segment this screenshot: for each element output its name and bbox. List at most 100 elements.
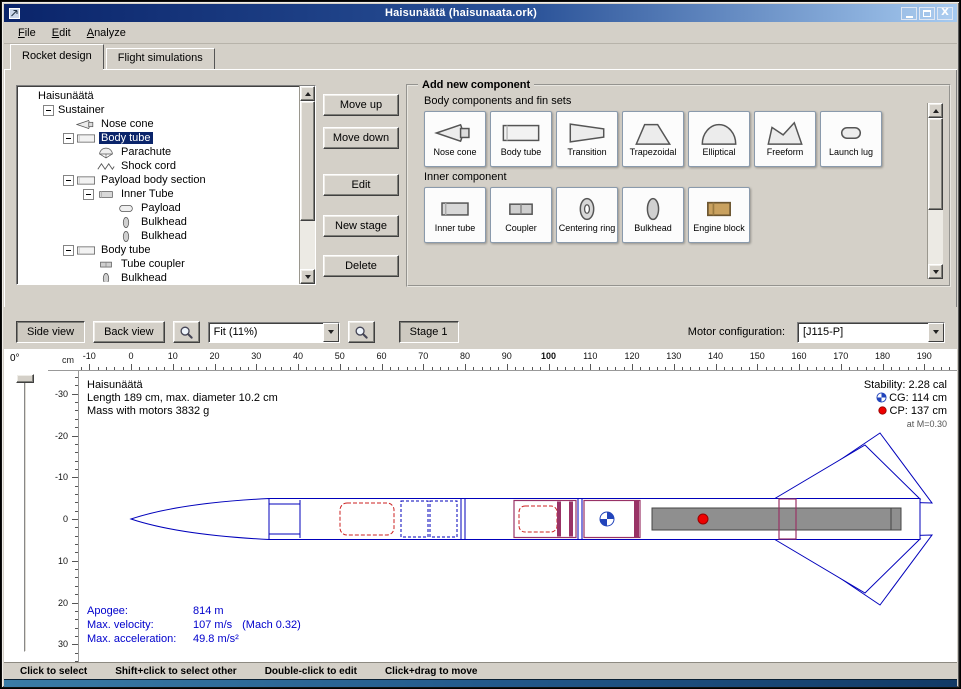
scroll-down-button[interactable] (928, 264, 943, 279)
tree-item-inner-tube[interactable]: Inner Tube (19, 187, 298, 201)
add-launch-lug-button[interactable]: Launch lug (820, 111, 882, 167)
add-inner-tube-button[interactable]: Inner tube (424, 187, 486, 243)
h-ruler-label: 180 (875, 351, 890, 361)
menu-edit[interactable]: Edit (44, 24, 79, 42)
h-ruler-label: 60 (376, 351, 386, 361)
tree-item-haisun-t[interactable]: Haisunäätä (19, 89, 298, 103)
add-trapezoidal-button[interactable]: Trapezoidal (622, 111, 684, 167)
slider-thumb[interactable] (16, 374, 34, 383)
tree-scrollbar[interactable] (299, 86, 315, 284)
ruler-tick (807, 367, 808, 370)
menu-analyze[interactable]: Analyze (79, 24, 134, 42)
rotation-slider[interactable] (4, 371, 48, 662)
scroll-up-button[interactable] (928, 103, 943, 118)
new-stage-button[interactable]: New stage (323, 215, 399, 237)
h-ruler-label: 40 (293, 351, 303, 361)
tree-item-parachute[interactable]: Parachute (19, 145, 298, 159)
tree-item-bulkhead[interactable]: Bulkhead (19, 215, 298, 229)
side-view-button[interactable]: Side view (16, 321, 85, 343)
add-bulkhead-button[interactable]: Bulkhead (622, 187, 684, 243)
ruler-tick (757, 364, 758, 370)
tab-flight-simulations[interactable]: Flight simulations (106, 48, 215, 69)
ruler-tick (682, 367, 683, 370)
move-up-button[interactable]: Move up (323, 94, 399, 116)
rocket-canvas[interactable]: Haisunäätä Length 189 cm, max. diameter … (79, 371, 957, 662)
tree-item-tube-coupler[interactable]: Tube coupler (19, 257, 298, 271)
panel-scrollbar[interactable] (927, 103, 943, 279)
stage-1-toggle[interactable]: Stage 1 (399, 321, 459, 343)
tree-item-payload-body-section[interactable]: Payload body section (19, 173, 298, 187)
fin[interactable] (774, 539, 920, 593)
tree-item-bulkhead[interactable]: Bulkhead (19, 271, 298, 282)
move-down-button[interactable]: Move down (323, 127, 399, 149)
add-centering-ring-button[interactable]: Centering ring (556, 187, 618, 243)
velocity-note: (Mach 0.32) (242, 618, 301, 632)
ruler-tick (498, 367, 499, 370)
ruler-tick (949, 367, 950, 370)
tree-item-payload[interactable]: Payload (19, 201, 298, 215)
scroll-up-button[interactable] (300, 86, 315, 101)
nose-cone-outline[interactable] (131, 499, 269, 540)
motor-config-select[interactable]: [J115-P] (797, 322, 945, 343)
minimize-button[interactable] (901, 7, 917, 20)
tree-item-body-tube[interactable]: Body tube (19, 131, 298, 145)
dropdown-arrow-icon[interactable] (928, 323, 944, 342)
titlebar[interactable]: Haisunäätä (haisunaata.ork) X (4, 4, 957, 22)
delete-button[interactable]: Delete (323, 255, 399, 277)
tree-item-label: Bulkhead (119, 272, 169, 282)
add-transition-button[interactable]: Transition (556, 111, 618, 167)
tree-item-label: Nose cone (99, 118, 156, 130)
close-button[interactable]: X (937, 7, 953, 20)
bulkhead-icon (631, 196, 675, 222)
tree-item-bulkhead[interactable]: Bulkhead (19, 229, 298, 243)
bulkhead-mark[interactable] (569, 502, 573, 537)
ruler-tick (75, 502, 78, 503)
acceleration-value: 49.8 m/s² (193, 632, 239, 646)
scroll-down-button[interactable] (300, 269, 315, 284)
motor[interactable] (652, 508, 901, 530)
tree-item-shock-cord[interactable]: Shock cord (19, 159, 298, 173)
add-coupler-button[interactable]: Coupler (490, 187, 552, 243)
zoom-level-select[interactable]: Fit (11%) (208, 322, 340, 343)
zoom-in-button[interactable] (348, 321, 375, 343)
tab-rocket-design[interactable]: Rocket design (10, 44, 104, 69)
maximize-button[interactable] (919, 7, 935, 20)
tree-toggle-icon[interactable] (43, 105, 54, 116)
ruler-tick (649, 367, 650, 370)
edit-button[interactable]: Edit (323, 174, 399, 196)
tree-toggle-icon[interactable] (83, 189, 94, 200)
tree-item-sustainer[interactable]: Sustainer (19, 103, 298, 117)
fin[interactable] (774, 445, 920, 499)
tree-toggle-icon[interactable] (63, 245, 74, 256)
ruler-tick (482, 367, 483, 370)
tree-toggle-icon[interactable] (63, 175, 74, 186)
tree-item-nose-cone[interactable]: Nose cone (19, 117, 298, 131)
menu-file[interactable]: File (10, 24, 44, 42)
tree-item-body-tube[interactable]: Body tube (19, 243, 298, 257)
add-freeform-button[interactable]: Freeform (754, 111, 816, 167)
zoom-out-button[interactable] (173, 321, 200, 343)
ruler-tick (75, 419, 78, 420)
add-body-tube-button[interactable]: Body tube (490, 111, 552, 167)
scroll-thumb[interactable] (928, 118, 943, 210)
stability-label: Stability: (864, 379, 906, 391)
ruler-tick (356, 367, 357, 370)
bulkhead-mark[interactable] (634, 501, 639, 537)
scroll-thumb[interactable] (300, 101, 315, 221)
tree-toggle-icon[interactable] (63, 133, 74, 144)
bulkhead-mark[interactable] (557, 502, 561, 537)
tree-item-label: Inner Tube (119, 188, 176, 200)
design-panel: HaisunäätäSustainerNose coneBody tubePar… (4, 69, 957, 307)
ruler-tick (582, 367, 583, 370)
back-view-button[interactable]: Back view (93, 321, 165, 343)
ruler-tick (72, 436, 78, 437)
tree-item-label: Payload body section (99, 174, 208, 186)
motor-config-label: Motor configuration: (688, 326, 789, 338)
ruler-tick (816, 367, 817, 370)
v-ruler-label: 30 (58, 639, 68, 649)
add-elliptical-button[interactable]: Elliptical (688, 111, 750, 167)
add-nose-cone-button[interactable]: Nose cone (424, 111, 486, 167)
cg-label: CG: (889, 392, 909, 404)
add-engine-block-button[interactable]: Engine block (688, 187, 750, 243)
dropdown-arrow-icon[interactable] (323, 323, 339, 342)
